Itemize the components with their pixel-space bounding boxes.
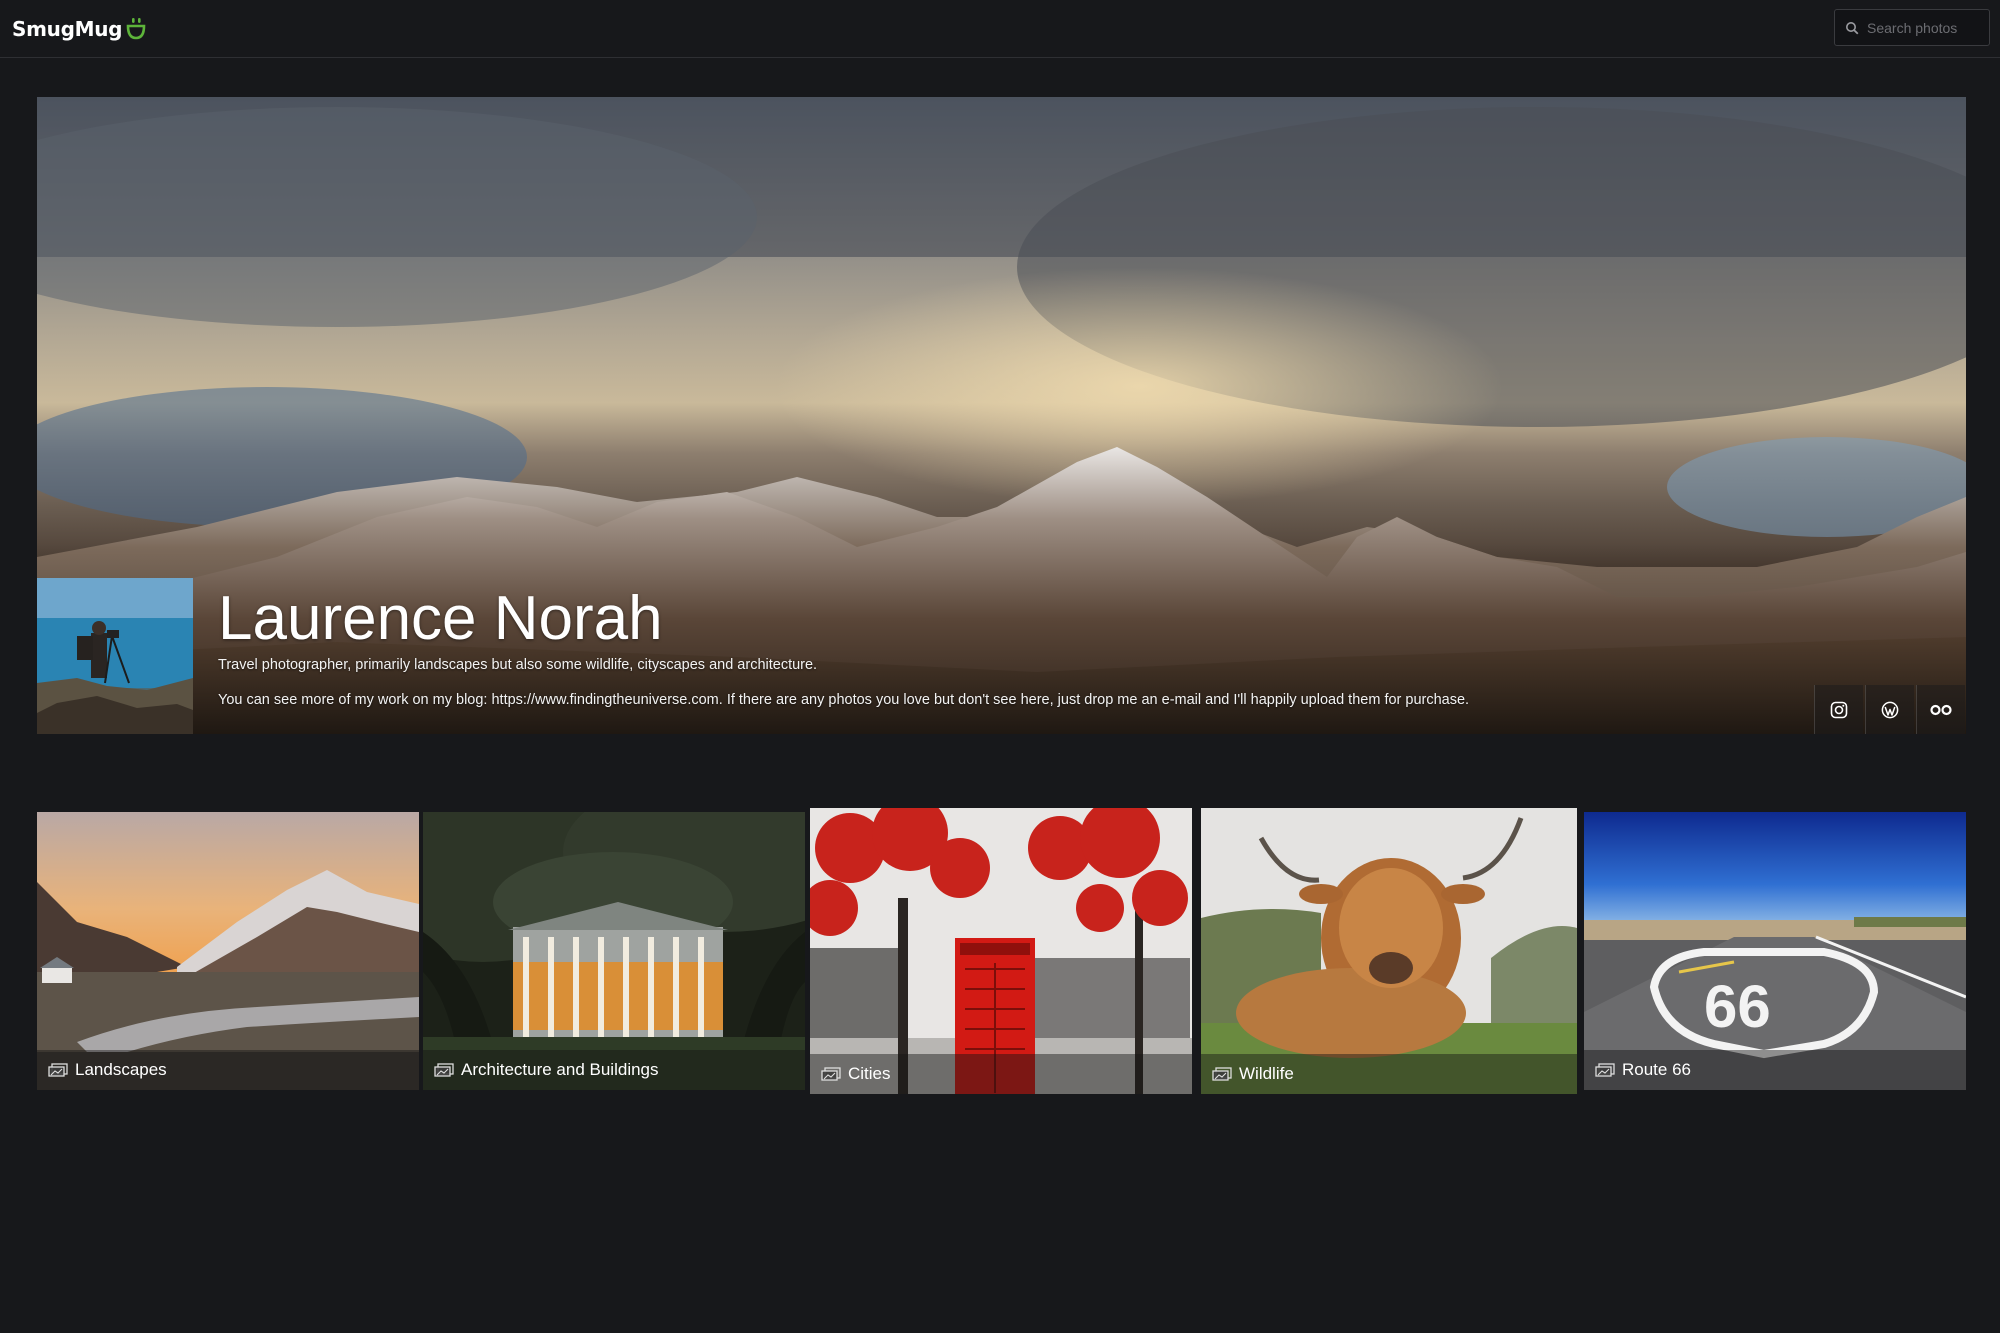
gallery-icon (821, 1067, 841, 1081)
gallery-icon (48, 1063, 68, 1077)
gallery-caption: Architecture and Buildings (423, 1050, 805, 1090)
photographer-portrait-image (37, 578, 193, 734)
flickr-button[interactable] (1916, 685, 1965, 734)
route-66-thumbnail-image: 66 (1584, 812, 1966, 1090)
search-box[interactable] (1834, 9, 1990, 46)
gallery-tile-route-66[interactable]: 66 Route 66 (1584, 812, 1966, 1090)
instagram-button[interactable] (1814, 685, 1863, 734)
gallery-title: Cities (848, 1064, 891, 1083)
search-icon (1846, 21, 1859, 34)
gallery-title: Architecture and Buildings (461, 1060, 659, 1079)
cover-photo: Laurence Norah Travel photographer, prim… (37, 97, 1966, 734)
gallery-tile-landscapes[interactable]: Landscapes (37, 812, 419, 1090)
gallery-tile-wildlife[interactable]: Wildlife (1201, 808, 1577, 1094)
gallery-tile-architecture[interactable]: Architecture and Buildings (423, 812, 805, 1090)
profile-name: Laurence Norah (218, 584, 663, 653)
instagram-icon (1830, 701, 1848, 718)
gallery-caption: Route 66 (1584, 1050, 1966, 1090)
cities-thumbnail-image (810, 808, 1192, 1094)
profile-avatar[interactable] (37, 578, 193, 734)
architecture-thumbnail-image (423, 812, 805, 1090)
wordpress-icon (1881, 701, 1899, 718)
profile-bio-line-2: You can see more of my work on my blog: … (218, 692, 1470, 708)
gallery-caption: Landscapes (37, 1050, 419, 1090)
gallery-title: Landscapes (75, 1060, 167, 1079)
svg-text:66: 66 (1704, 973, 1771, 1040)
gallery-icon (434, 1063, 454, 1077)
top-bar: SmugMug (0, 0, 2000, 58)
search-input[interactable] (1867, 19, 1985, 36)
smugmug-smile-icon (126, 18, 146, 40)
gallery-tile-cities[interactable]: Cities (810, 808, 1192, 1094)
gallery-title: Route 66 (1622, 1060, 1691, 1079)
wordpress-button[interactable] (1865, 685, 1914, 734)
brand-name: SmugMug (12, 17, 123, 41)
wildlife-thumbnail-image (1201, 808, 1577, 1094)
profile-bio-line-1: Travel photographer, primarily landscape… (218, 657, 818, 673)
gallery-title: Wildlife (1239, 1064, 1294, 1083)
gallery-caption: Cities (810, 1054, 1192, 1094)
gallery-icon (1212, 1067, 1232, 1081)
flickr-icon (1930, 704, 1952, 715)
gallery-icon (1595, 1063, 1615, 1077)
smugmug-logo[interactable]: SmugMug (12, 13, 146, 45)
gallery-caption: Wildlife (1201, 1054, 1577, 1094)
landscapes-thumbnail-image (37, 812, 419, 1090)
